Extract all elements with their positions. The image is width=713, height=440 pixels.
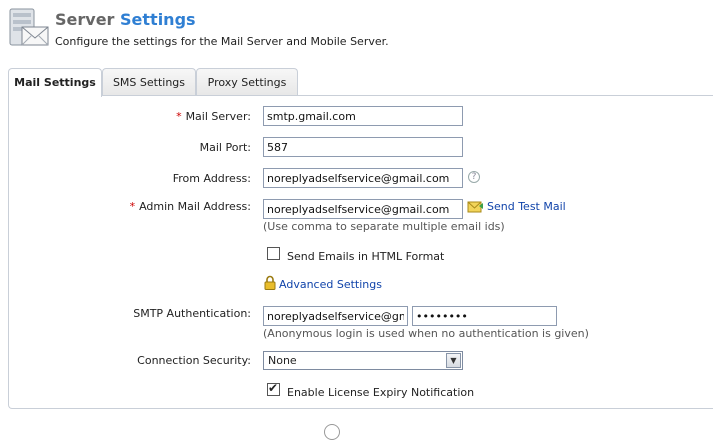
- page-subtitle: Configure the settings for the Mail Serv…: [55, 35, 389, 48]
- chevron-down-icon[interactable]: ▼: [446, 353, 461, 368]
- from-address-input[interactable]: [263, 168, 463, 188]
- tab-proxy-settings[interactable]: Proxy Settings: [196, 68, 298, 96]
- connection-security-label: Connection Security:: [137, 354, 251, 367]
- mail-server-input[interactable]: [263, 106, 463, 126]
- smtp-auth-hint: (Anonymous login is used when no authent…: [263, 327, 589, 340]
- connection-security-value: None: [268, 354, 297, 367]
- tab-sms-settings[interactable]: SMS Settings: [102, 68, 196, 96]
- admin-mail-input[interactable]: [263, 199, 463, 219]
- send-test-mail-link[interactable]: Send Test Mail: [487, 200, 566, 213]
- lock-icon: [264, 275, 276, 290]
- required-marker: *: [129, 200, 136, 213]
- license-expiry-checkbox[interactable]: [267, 381, 280, 396]
- smtp-auth-label: SMTP Authentication:: [133, 307, 251, 320]
- admin-mail-label: * Admin Mail Address:: [129, 200, 251, 213]
- html-format-label: Send Emails in HTML Format: [287, 250, 445, 263]
- page-title: Server Settings: [55, 10, 196, 29]
- mail-server-label: * Mail Server:: [176, 110, 251, 123]
- mail-port-label: Mail Port:: [199, 141, 251, 154]
- from-address-label: From Address:: [172, 172, 251, 185]
- mail-server-icon: [9, 8, 49, 46]
- html-format-checkbox[interactable]: [267, 247, 280, 260]
- bottom-button-edge: [324, 424, 340, 440]
- help-icon[interactable]: ?: [468, 171, 480, 183]
- advanced-settings-link[interactable]: Advanced Settings: [279, 278, 382, 291]
- mail-envelope-icon[interactable]: [467, 200, 484, 213]
- admin-mail-hint: (Use comma to separate multiple email id…: [263, 220, 505, 233]
- smtp-username-input[interactable]: [263, 306, 408, 326]
- connection-security-select[interactable]: None ▼: [263, 351, 463, 370]
- required-marker: *: [176, 110, 182, 123]
- smtp-password-input[interactable]: [412, 306, 557, 326]
- tab-mail-settings[interactable]: Mail Settings: [8, 68, 102, 97]
- mail-port-input[interactable]: [263, 137, 463, 157]
- license-expiry-label: Enable License Expiry Notification: [287, 386, 475, 399]
